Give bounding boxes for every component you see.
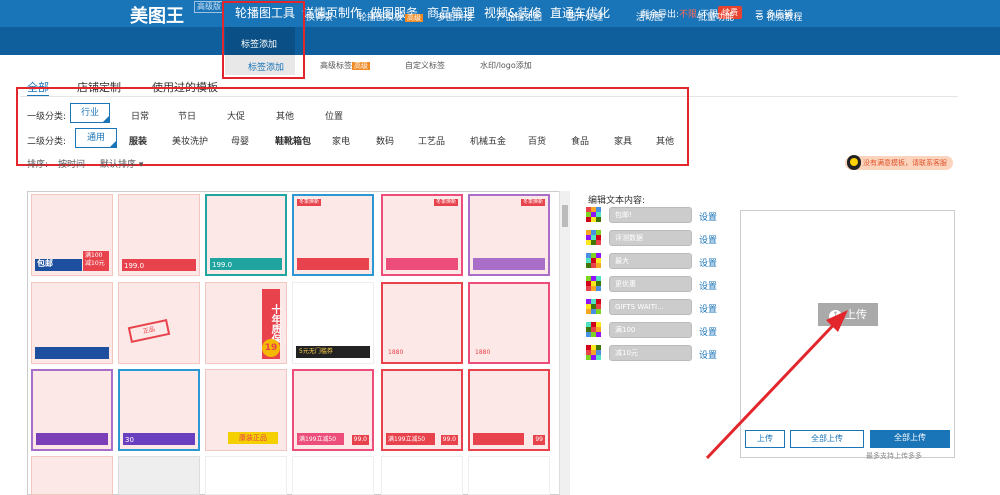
annotation-arrow	[705, 310, 848, 460]
